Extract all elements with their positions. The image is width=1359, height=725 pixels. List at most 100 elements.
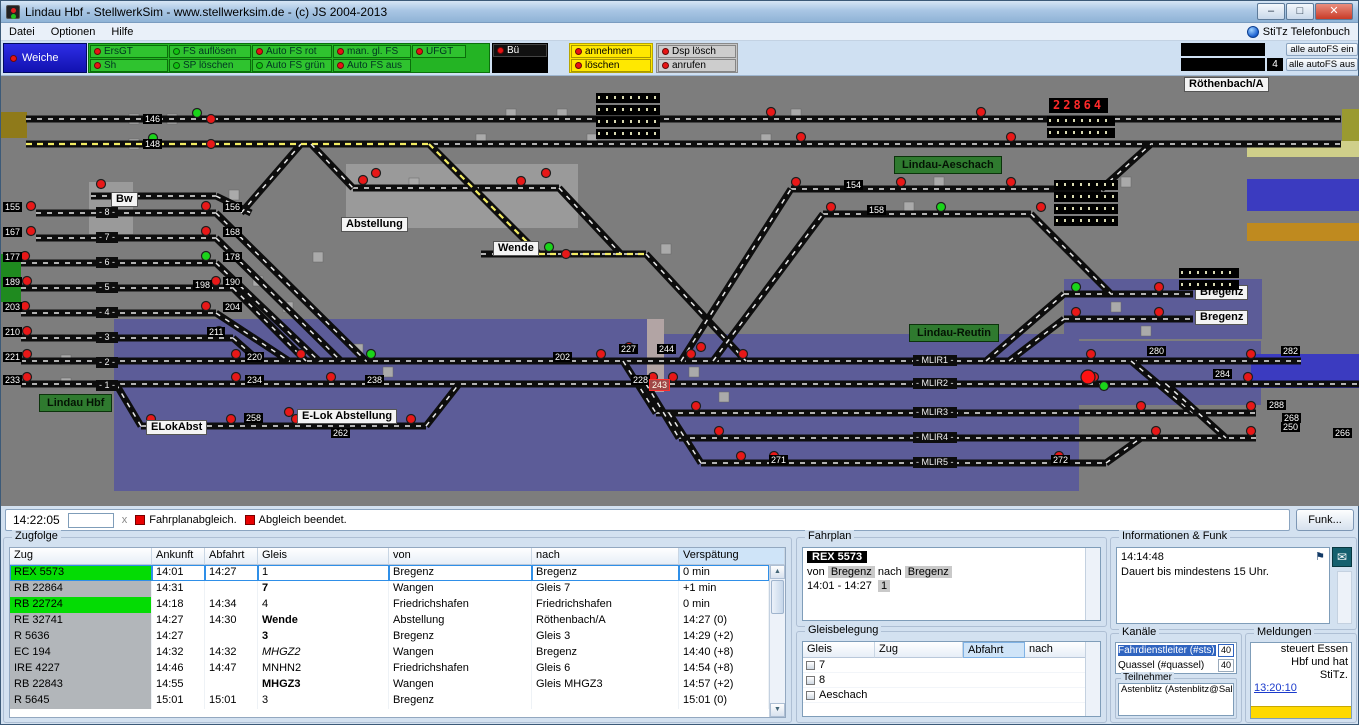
signal-red[interactable] bbox=[202, 227, 211, 236]
track-diagram[interactable]: 1461481551671771892032102212331561681781… bbox=[1, 76, 1359, 506]
zugfolge-row-RB-22864[interactable]: RB 2286414:317WangenGleis 7+1 min bbox=[10, 581, 769, 597]
signal-number-156[interactable]: 156 bbox=[223, 202, 242, 212]
signal-number-262[interactable]: 262 bbox=[331, 428, 350, 438]
column-header-zug[interactable]: Zug bbox=[10, 548, 152, 565]
signal-number-228[interactable]: 228 bbox=[631, 375, 650, 385]
zugfolge-row-RB-22724[interactable]: RB 2272414:1814:344FriedrichshafenFriedr… bbox=[10, 597, 769, 613]
column-header-gleis[interactable]: Gleis bbox=[258, 548, 389, 565]
signal-red[interactable] bbox=[23, 277, 32, 286]
toolbar-button-sp-l-schen[interactable]: SP löschen bbox=[169, 59, 251, 72]
menu-optionen[interactable]: Optionen bbox=[43, 25, 104, 39]
signal-red[interactable] bbox=[562, 250, 571, 259]
column-header-von[interactable]: von bbox=[389, 548, 532, 565]
signal-red[interactable] bbox=[542, 169, 551, 178]
signal-number-288[interactable]: 288 bbox=[1267, 400, 1286, 410]
signal-number-189[interactable]: 189 bbox=[3, 277, 22, 287]
signal-number-158[interactable]: 158 bbox=[867, 205, 886, 215]
signal-red[interactable] bbox=[1152, 427, 1161, 436]
switch-indicator[interactable] bbox=[689, 367, 699, 377]
gleis-row-aeschach[interactable]: Aeschach bbox=[803, 688, 1100, 703]
signal-red[interactable] bbox=[897, 178, 906, 187]
signal-red[interactable] bbox=[792, 178, 801, 187]
train-search-input[interactable] bbox=[68, 513, 114, 528]
column-header-abfahrt[interactable]: Abfahrt bbox=[205, 548, 258, 565]
zugfolge-row-REX-5573[interactable]: REX 557314:0114:271BregenzBregenz0 min bbox=[10, 565, 769, 581]
fahrplan-scrollbar[interactable] bbox=[1085, 548, 1100, 620]
signal-red[interactable] bbox=[232, 373, 241, 382]
expand-icon[interactable] bbox=[806, 661, 815, 670]
zugfolge-row-IRE-4227[interactable]: IRE 422714:4614:47MNHN2FriedrichshafenGl… bbox=[10, 661, 769, 677]
signal-number-204[interactable]: 204 bbox=[223, 302, 242, 312]
signal-number-238[interactable]: 238 bbox=[365, 375, 384, 385]
signal-number-220[interactable]: 220 bbox=[245, 352, 264, 362]
weiche-button[interactable]: Weiche bbox=[3, 43, 87, 73]
gleis-row-8[interactable]: 8 bbox=[803, 673, 1100, 688]
signal-red[interactable] bbox=[23, 350, 32, 359]
zugfolge-row-R-5645[interactable]: R 564515:0115:013Bregenz15:01 (0) bbox=[10, 693, 769, 709]
signal-red[interactable] bbox=[977, 108, 986, 117]
signal-number-280[interactable]: 280 bbox=[1147, 346, 1166, 356]
signal-number-146[interactable]: 146 bbox=[143, 114, 162, 124]
signal-red[interactable] bbox=[697, 343, 706, 352]
meldung-timestamp-link[interactable]: 13:20:10 bbox=[1251, 682, 1300, 694]
teilnehmer-list[interactable]: Astenblitz (Astenblitz@Sal bbox=[1118, 683, 1234, 716]
menu-hilfe[interactable]: Hilfe bbox=[103, 25, 141, 39]
signal-red[interactable] bbox=[739, 350, 748, 359]
signal-red[interactable] bbox=[97, 180, 106, 189]
switch-indicator[interactable] bbox=[383, 367, 393, 377]
fahrplan-list[interactable]: REX 5573 von Bregenz nach Bregenz 14:01 … bbox=[802, 547, 1101, 621]
signal-green[interactable] bbox=[937, 203, 946, 212]
toolbar-button-dsp-l-sch[interactable]: Dsp lösch bbox=[658, 45, 736, 58]
signal-red[interactable] bbox=[232, 350, 241, 359]
signal-number-148[interactable]: 148 bbox=[143, 139, 162, 149]
column-header-ankunft[interactable]: Ankunft bbox=[152, 548, 205, 565]
signal-red[interactable] bbox=[372, 169, 381, 178]
flag-icon[interactable]: ⚑ bbox=[1315, 550, 1325, 563]
toolbar-button-annehmen[interactable]: annehmen bbox=[571, 45, 651, 58]
channel-quassel-quassel-[interactable]: Quassel (#quassel)40 bbox=[1116, 658, 1236, 673]
info-list[interactable]: 14:14:48 ⚑ Dauert bis mindestens 15 Uhr. bbox=[1116, 547, 1330, 624]
gleisbelegung-scrollbar[interactable] bbox=[1085, 642, 1100, 716]
scroll-up-icon[interactable]: ▲ bbox=[770, 565, 785, 579]
signal-number-243[interactable]: 243 bbox=[649, 379, 670, 391]
switch-indicator[interactable] bbox=[1111, 302, 1121, 312]
toolbar-button-ersgt[interactable]: ErsGT bbox=[90, 45, 168, 58]
switch-indicator[interactable] bbox=[719, 392, 729, 402]
meldungen-input-bar[interactable] bbox=[1251, 706, 1351, 718]
signal-number-210[interactable]: 210 bbox=[3, 327, 22, 337]
signal-red[interactable] bbox=[202, 302, 211, 311]
expand-icon[interactable] bbox=[806, 691, 815, 700]
switch-indicator[interactable] bbox=[313, 252, 323, 262]
teilnehmer-entry[interactable]: Astenblitz (Astenblitz@Sal bbox=[1119, 684, 1233, 695]
signal-red[interactable] bbox=[207, 115, 216, 124]
signal-green[interactable] bbox=[202, 252, 211, 261]
signal-number-211[interactable]: 211 bbox=[207, 327, 225, 337]
signal-red[interactable] bbox=[1081, 370, 1095, 384]
signal-number-271[interactable]: 271 bbox=[769, 455, 788, 465]
signal-number-258[interactable]: 258 bbox=[244, 413, 263, 423]
gleis-row-7[interactable]: 7 bbox=[803, 658, 1100, 673]
signal-red[interactable] bbox=[715, 427, 724, 436]
signal-red[interactable] bbox=[692, 402, 701, 411]
funk-send-button[interactable]: ✉ bbox=[1332, 547, 1352, 567]
signal-red[interactable] bbox=[202, 202, 211, 211]
toolbar-button-auto-fs-rot[interactable]: Auto FS rot bbox=[252, 45, 332, 58]
signal-red[interactable] bbox=[1247, 350, 1256, 359]
alle-autofs-ein-button[interactable]: alle autoFS ein bbox=[1286, 43, 1358, 56]
signal-red[interactable] bbox=[207, 140, 216, 149]
signal-red[interactable] bbox=[1247, 402, 1256, 411]
maximize-button[interactable]: □ bbox=[1286, 3, 1314, 20]
signal-number-233[interactable]: 233 bbox=[3, 375, 22, 385]
toolbar-button-man-gl-fs[interactable]: man. gl. FS bbox=[333, 45, 411, 58]
signal-red[interactable] bbox=[1007, 133, 1016, 142]
toolbar-button-auto-fs-gr-n[interactable]: Auto FS grün bbox=[252, 59, 332, 72]
signal-number-168[interactable]: 168 bbox=[223, 227, 242, 237]
close-button[interactable]: ✕ bbox=[1315, 3, 1353, 20]
signal-number-244[interactable]: 244 bbox=[657, 344, 676, 354]
signal-red[interactable] bbox=[27, 227, 36, 236]
signal-number-202[interactable]: 202 bbox=[553, 352, 572, 362]
gleis-column-abfahrt[interactable]: Abfahrt bbox=[963, 642, 1025, 658]
signal-red[interactable] bbox=[327, 373, 336, 382]
signal-red[interactable] bbox=[212, 277, 221, 286]
toolbar-button-löschen[interactable]: löschen bbox=[571, 59, 651, 72]
